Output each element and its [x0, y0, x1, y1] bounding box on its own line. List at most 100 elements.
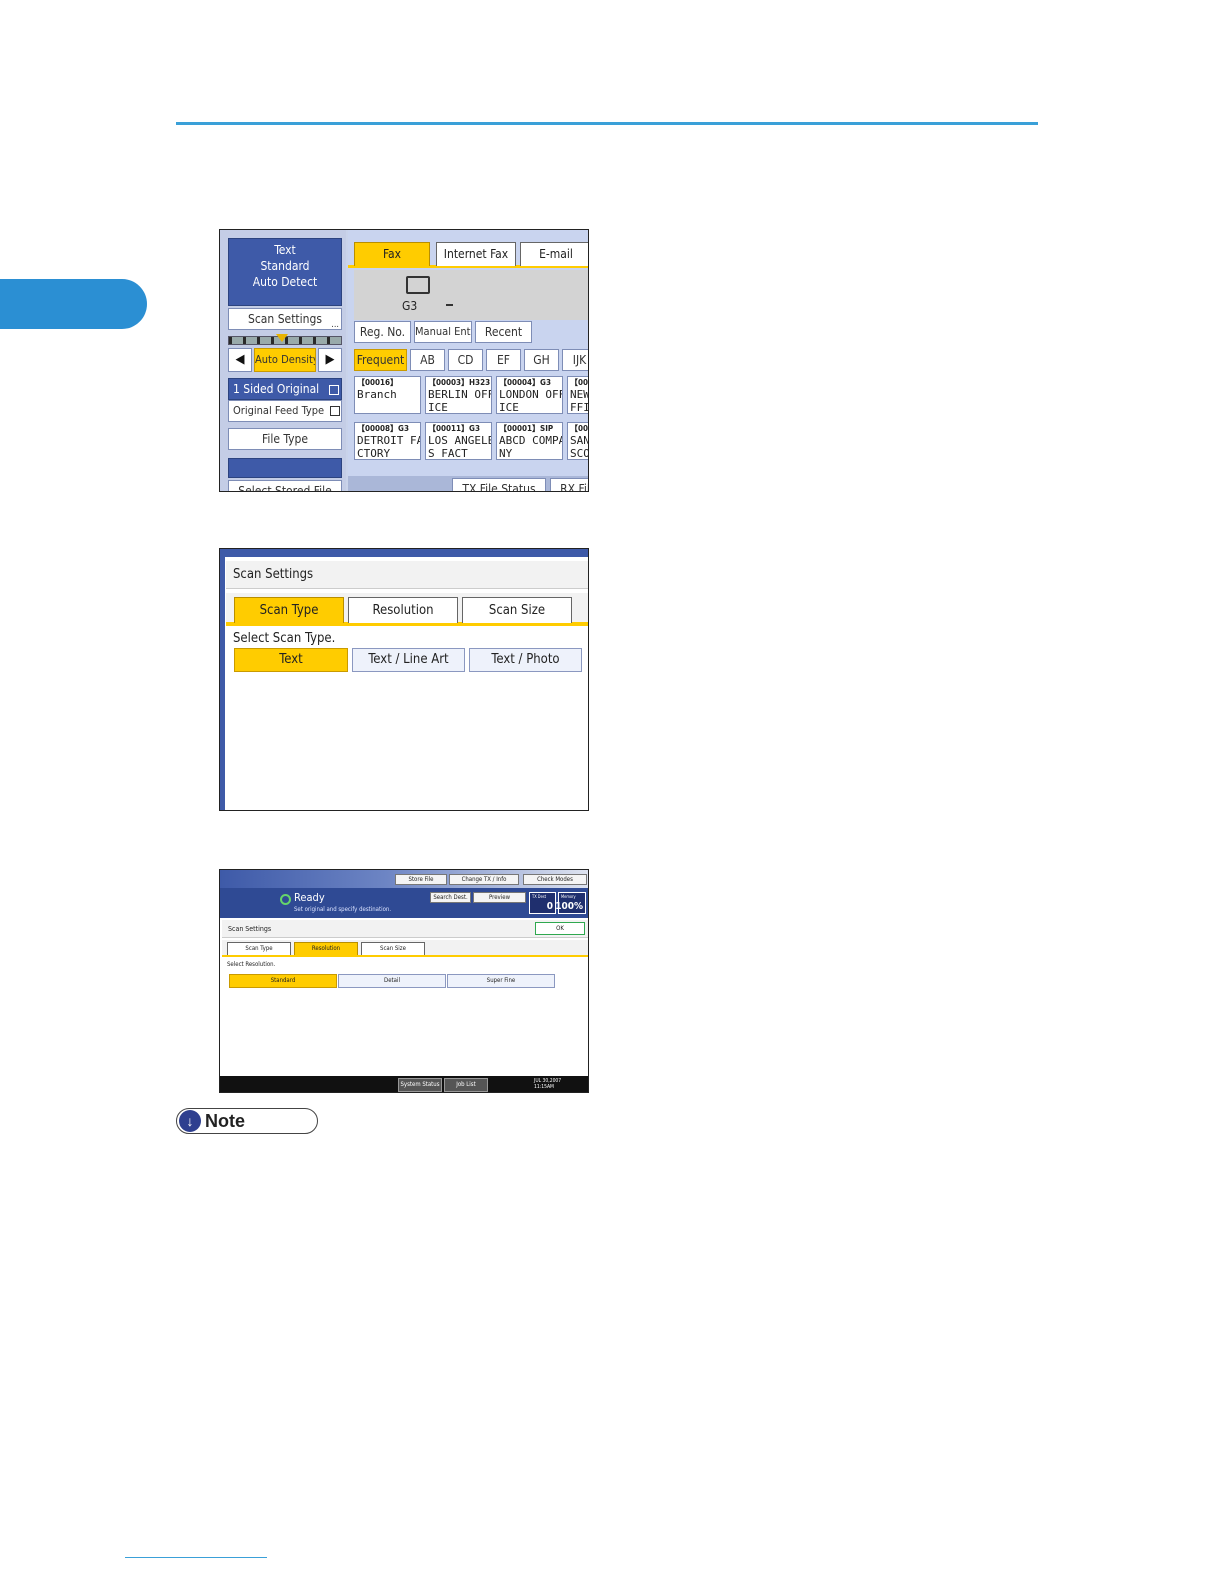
density-left-arrow-icon[interactable]: ◀: [228, 348, 252, 372]
machine-status: Ready: [294, 891, 325, 904]
entry-code: 【00: [570, 424, 589, 433]
note-label: Note: [205, 1111, 245, 1131]
entry-name: LONDON OFF: [499, 388, 563, 401]
tx-file-status-button[interactable]: TX File Status: [452, 478, 546, 491]
destination-entry[interactable]: 【00008】G3 DETROIT FA CTORY: [354, 422, 421, 460]
density-marker-icon: [276, 334, 288, 342]
destination-entry[interactable]: 【00016】 Branch: [354, 376, 421, 414]
check-modes-button[interactable]: Check Modes: [523, 874, 587, 885]
scan-type-text-button[interactable]: Text: [234, 648, 348, 672]
blank-panel: [228, 458, 342, 478]
index-tab-cd[interactable]: CD: [448, 349, 483, 371]
memory-value: 100%: [555, 901, 583, 912]
entry-code: 【00: [570, 378, 589, 387]
sided-original-button[interactable]: 1 Sided Original: [228, 378, 342, 400]
entry-code: 【00016】: [357, 378, 399, 387]
resolution-detail-button[interactable]: Detail: [338, 974, 446, 988]
footer-rule: [125, 1557, 267, 1558]
tab-scan-size[interactable]: Scan Size: [361, 942, 425, 955]
select-stored-file-button[interactable]: Select Stored File: [228, 480, 342, 491]
more-indicator: ...: [331, 320, 339, 330]
destination-entry[interactable]: 【00 NEW FFI: [567, 376, 589, 414]
index-tab-gh[interactable]: GH: [524, 349, 559, 371]
tab-scan-size[interactable]: Scan Size: [462, 597, 572, 623]
entry-name-cont: S FACT: [428, 447, 468, 460]
setting-scan-size: Auto Detect: [252, 275, 318, 289]
tab-resolution[interactable]: Resolution: [294, 942, 358, 955]
entry-name: BERLIN OFF: [428, 388, 492, 401]
index-tab-frequent[interactable]: Frequent: [354, 349, 407, 371]
tab-scan-type[interactable]: Scan Type: [227, 942, 291, 955]
time: 11:15AM: [534, 1084, 554, 1090]
reg-no-button[interactable]: Reg. No.: [354, 321, 411, 343]
destination-entry[interactable]: 【00 SAN SCO: [567, 422, 589, 460]
note-badge: ↓ Note: [176, 1108, 318, 1134]
destination-entry[interactable]: 【00004】G3 LONDON OFF ICE: [496, 376, 563, 414]
sided-original-label: 1 Sided Original: [233, 382, 320, 396]
footer-bar: System Status Job List JUL 30,2007 11:15…: [220, 1076, 588, 1092]
orientation-icon: [330, 406, 341, 416]
manual-entry-button[interactable]: Manual Entry: [414, 321, 472, 343]
chapter-side-tab: [0, 279, 147, 329]
ready-indicator-icon: [280, 894, 291, 905]
change-tx-info-button[interactable]: Change TX / Info: [449, 874, 519, 885]
store-file-button[interactable]: Store File: [395, 874, 447, 885]
tab-resolution[interactable]: Resolution: [348, 597, 458, 623]
index-tab-ef[interactable]: EF: [486, 349, 521, 371]
resolution-screenshot: Store File Change TX / Info Check Modes …: [219, 869, 589, 1093]
search-dest-button[interactable]: Search Dest.: [430, 892, 471, 903]
file-type-button[interactable]: File Type: [228, 428, 342, 450]
current-settings-display: Text Standard Auto Detect: [228, 238, 342, 306]
header-rule: [176, 122, 1038, 125]
entry-name-cont: CTORY: [357, 447, 391, 460]
instruction-text: Select Scan Type.: [233, 631, 336, 646]
entry-name: ABCD COMPA: [499, 434, 563, 447]
memory-label: Memory: [561, 894, 576, 899]
recent-button[interactable]: Recent: [475, 321, 532, 343]
ok-button[interactable]: OK: [535, 922, 585, 935]
entry-code: 【00011】G3: [428, 424, 480, 433]
resolution-standard-button[interactable]: Standard: [229, 974, 337, 988]
entry-name-cont: FFI: [570, 401, 589, 414]
entry-code: 【00003】H323: [428, 378, 491, 387]
entry-code: 【00004】G3: [499, 378, 551, 387]
setting-resolution: Standard: [260, 259, 310, 273]
dialog-title: Scan Settings: [226, 561, 588, 589]
scan-settings-button[interactable]: Scan Settings ...: [228, 308, 342, 330]
line-type: G3: [402, 299, 418, 313]
preview-button[interactable]: Preview: [473, 892, 526, 903]
scan-type-line-art-button[interactable]: Text / Line Art: [352, 648, 465, 672]
bottom-bar: TX File Status RX Fil: [348, 476, 588, 491]
tx-dest-label: TX Dest: [532, 894, 547, 899]
system-status-button[interactable]: System Status: [398, 1078, 442, 1092]
scan-type-photo-button[interactable]: Text / Photo: [469, 648, 582, 672]
tx-dest-value: 0: [546, 901, 553, 912]
instruction-text: Select Resolution.: [227, 961, 276, 968]
entry-name: DETROIT FA: [357, 434, 421, 447]
destination-entry[interactable]: 【00011】G3 LOS ANGELE S FACT: [425, 422, 492, 460]
entry-name-cont: ICE: [428, 401, 448, 414]
destination-panel: Fax Internet Fax E-mail G3 Reg. No. Manu…: [348, 230, 589, 491]
auto-density-button[interactable]: Auto Density: [254, 348, 316, 372]
density-right-arrow-icon[interactable]: ▶: [318, 348, 342, 372]
input-cursor: [446, 304, 453, 306]
setting-scan-type: Text: [274, 243, 296, 257]
tab-internet-fax[interactable]: Internet Fax: [436, 242, 516, 266]
job-list-button[interactable]: Job List: [444, 1078, 488, 1092]
tab-scan-type[interactable]: Scan Type: [234, 597, 344, 623]
index-tab-ijk[interactable]: IJK: [562, 349, 588, 371]
tab-fax[interactable]: Fax: [354, 242, 430, 266]
entry-name: NEW: [570, 388, 589, 401]
rx-file-button[interactable]: RX Fil: [550, 478, 588, 491]
fax-icon: [406, 276, 430, 294]
top-frame: [220, 549, 588, 557]
resolution-super-fine-button[interactable]: Super Fine: [447, 974, 555, 988]
original-feed-type-button[interactable]: Original Feed Type: [228, 400, 342, 422]
tab-email[interactable]: E-mail: [520, 242, 588, 266]
index-tab-ab[interactable]: AB: [410, 349, 445, 371]
dialog-title: Scan Settings: [222, 920, 588, 938]
scan-type-screenshot: Scan Settings Scan Type Resolution Scan …: [219, 548, 589, 811]
destination-entry[interactable]: 【00003】H323 BERLIN OFF ICE: [425, 376, 492, 414]
destination-entry[interactable]: 【00001】SIP ABCD COMPA NY: [496, 422, 563, 460]
entry-code: 【00001】SIP: [499, 424, 554, 433]
